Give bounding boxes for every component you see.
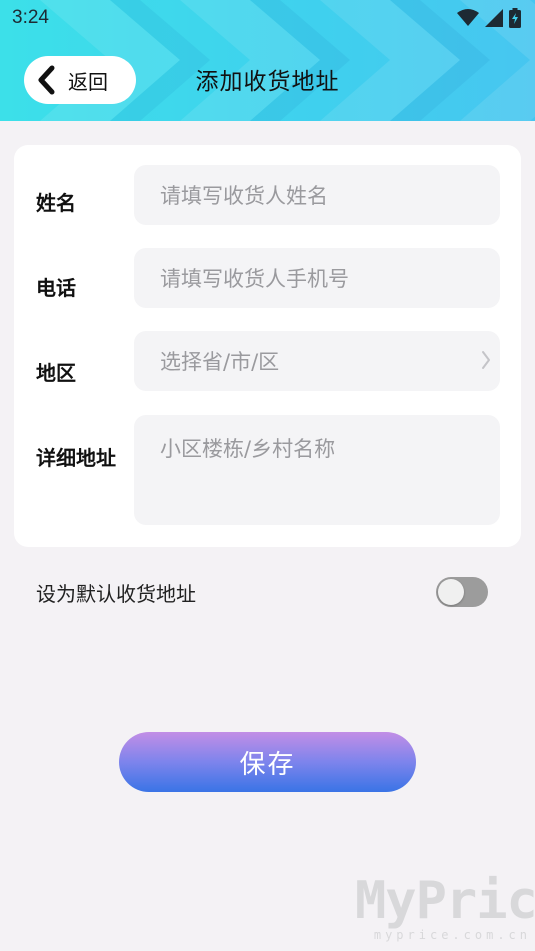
address-form-card: 姓名 请填写收货人姓名 电话 请填写收货人手机号 地区 选择省/市/区 详细地址… — [14, 145, 521, 547]
page-title: 添加收货地址 — [195, 69, 340, 95]
watermark-brand: MyPrice — [355, 871, 535, 931]
battery-charging-icon — [509, 8, 521, 28]
status-time: 3:24 — [12, 7, 49, 28]
status-icons — [457, 8, 521, 28]
name-field[interactable]: 请填写收货人姓名 — [134, 165, 500, 225]
region-selector[interactable]: 选择省/市/区 — [134, 331, 500, 391]
address-placeholder: 小区楼栋/乡村名称 — [160, 437, 336, 461]
status-bar: 3:24 — [0, 0, 535, 36]
wifi-icon — [457, 9, 479, 26]
region-label: 地区 — [36, 361, 76, 385]
region-placeholder: 选择省/市/区 — [160, 350, 280, 374]
address-label: 详细地址 — [36, 446, 116, 470]
header-bar: 3:24 返回 添加收货地址 — [0, 0, 535, 121]
name-placeholder: 请填写收货人姓名 — [160, 184, 328, 208]
chevron-right-icon — [482, 351, 490, 369]
cellular-icon — [485, 9, 503, 27]
default-address-label: 设为默认收货地址 — [36, 582, 196, 606]
toggle-knob — [438, 579, 464, 605]
add-address-screen: 3:24 返回 添加收货地址 姓名 请填写收货人姓名 电话 请填写收货人手机号 … — [0, 0, 535, 951]
watermark: MyPrice myprice.com.cn — [355, 870, 535, 942]
address-textarea[interactable]: 小区楼栋/乡村名称 — [134, 415, 500, 525]
default-address-toggle[interactable] — [436, 577, 488, 607]
name-label: 姓名 — [36, 191, 76, 215]
phone-placeholder: 请填写收货人手机号 — [160, 267, 349, 291]
watermark-domain: myprice.com.cn — [373, 928, 531, 942]
phone-label: 电话 — [36, 276, 76, 300]
save-button[interactable]: 保存 — [119, 732, 416, 792]
phone-field[interactable]: 请填写收货人手机号 — [134, 248, 500, 308]
